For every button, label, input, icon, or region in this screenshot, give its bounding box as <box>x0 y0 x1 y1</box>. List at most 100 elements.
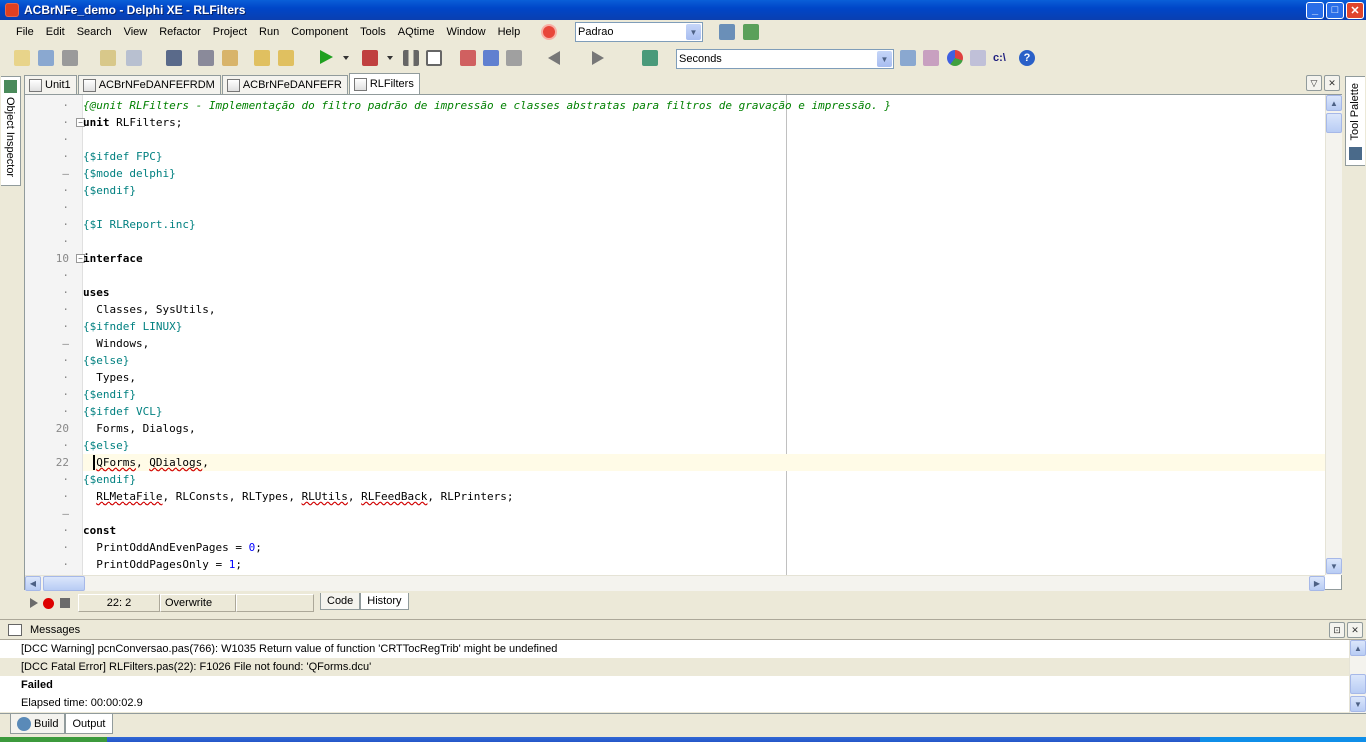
pause-icon[interactable] <box>403 50 419 66</box>
run-icon[interactable] <box>320 50 333 64</box>
stop-icon[interactable] <box>426 50 442 66</box>
message-warning[interactable]: [DCC Warning] pcnConversao.pas(766): W10… <box>21 640 1341 658</box>
tab-list-dropdown-icon[interactable]: ▽ <box>1306 75 1322 91</box>
results-icon[interactable] <box>923 50 939 66</box>
record-macro-icon[interactable] <box>43 597 54 609</box>
profiler-icon[interactable] <box>970 50 986 66</box>
add-file-icon[interactable] <box>222 50 238 66</box>
scroll-right-icon[interactable]: ▶ <box>1309 576 1325 591</box>
scroll-down-icon[interactable]: ▼ <box>1326 558 1342 574</box>
save-icon[interactable] <box>166 50 182 66</box>
tab-acbrnfedanfefr[interactable]: ACBrNFeDANFEFR <box>221 75 348 94</box>
remove-file-icon[interactable] <box>254 50 270 66</box>
menu-help[interactable]: Help <box>492 26 527 38</box>
start-button[interactable] <box>0 737 107 742</box>
play-macro-icon[interactable] <box>30 598 38 608</box>
code-line: RLMetaFile, RLConsts, RLTypes, RLUtils, … <box>96 490 514 503</box>
tool-palette-tab[interactable]: Tool Palette <box>1345 76 1365 166</box>
scroll-up-icon[interactable]: ▲ <box>1350 640 1366 656</box>
scroll-thumb[interactable] <box>1326 113 1342 133</box>
open-project-icon[interactable] <box>126 50 142 66</box>
forward-icon[interactable] <box>592 51 604 65</box>
run-dropdown-icon[interactable] <box>343 56 349 60</box>
scroll-up-icon[interactable]: ▲ <box>1326 95 1342 111</box>
save-desktop-icon[interactable] <box>719 24 735 40</box>
messages-list[interactable]: [DCC Warning] pcnConversao.pas(766): W10… <box>0 639 1366 713</box>
back-icon[interactable] <box>548 51 560 65</box>
stop-macro-icon[interactable] <box>60 598 70 608</box>
close-tab-icon[interactable]: ✕ <box>1324 75 1340 91</box>
menu-run[interactable]: Run <box>253 26 285 38</box>
message-elapsed-time[interactable]: Elapsed time: 00:00:02.9 <box>21 694 1341 712</box>
messages-title: Messages <box>30 623 81 636</box>
step-over-icon[interactable] <box>483 50 499 66</box>
editor-vertical-scrollbar[interactable]: ▲ ▼ <box>1325 95 1342 575</box>
set-debug-desktop-icon[interactable] <box>743 24 759 40</box>
close-button[interactable]: ✕ <box>1346 1 1364 19</box>
project-options-icon[interactable] <box>278 50 294 66</box>
build-icon <box>17 716 31 731</box>
help-icon[interactable]: ? <box>1019 50 1035 66</box>
menu-file[interactable]: File <box>10 26 40 38</box>
trace-into-icon[interactable] <box>460 50 476 66</box>
tool-palette-label: Tool Palette <box>1349 83 1361 141</box>
menu-refactor[interactable]: Refactor <box>153 26 207 38</box>
menu-aqtime[interactable]: AQtime <box>392 26 441 38</box>
chart-icon[interactable] <box>947 50 963 66</box>
menu-window[interactable]: Window <box>440 26 491 38</box>
scroll-thumb[interactable] <box>1350 674 1366 694</box>
code-text-area[interactable]: {@unit RLFilters - Implementação do filt… <box>83 95 1325 575</box>
code-editor[interactable]: · − · · · – · · · · 10 − · · · · – · · ·… <box>24 94 1342 591</box>
minimize-button[interactable]: _ <box>1306 1 1324 19</box>
open-icon[interactable] <box>38 50 54 66</box>
menu-search[interactable]: Search <box>71 26 118 38</box>
reopen-icon[interactable] <box>62 50 78 66</box>
tab-history[interactable]: History <box>360 592 409 610</box>
menu-component[interactable]: Component <box>285 26 354 38</box>
desktop-speedsetting-icon[interactable] <box>541 24 557 40</box>
tab-build[interactable]: Build <box>10 714 66 734</box>
maximize-button[interactable]: □ <box>1326 1 1344 19</box>
new-form-icon[interactable] <box>100 50 116 66</box>
scroll-down-icon[interactable]: ▼ <box>1350 696 1366 712</box>
message-result[interactable]: Failed <box>21 676 1341 694</box>
command-line-icon[interactable]: c:\ <box>993 50 1009 66</box>
message-fatal-error[interactable]: [DCC Fatal Error] RLFilters.pas(22): F10… <box>0 658 1349 676</box>
tab-code[interactable]: Code <box>320 592 361 610</box>
pin-icon[interactable]: ⊡ <box>1329 622 1345 638</box>
tab-rlfilters[interactable]: RLFilters <box>348 73 420 94</box>
run-wd-dropdown-icon[interactable] <box>387 56 393 60</box>
unit-file-icon <box>353 77 367 91</box>
messages-icon <box>8 623 22 636</box>
close-messages-icon[interactable]: ✕ <box>1347 622 1363 638</box>
save-all-icon[interactable] <box>198 50 214 66</box>
aqtime-icon[interactable] <box>642 50 658 66</box>
tab-label: ACBrNFeDANFEFRDM <box>98 79 215 91</box>
editor-horizontal-scrollbar[interactable]: ◀ ▶ <box>25 575 1325 591</box>
menu-project[interactable]: Project <box>207 26 253 38</box>
desktop-layout-combo[interactable]: Padrao ▼ <box>575 22 703 42</box>
tab-unit1[interactable]: Unit1 <box>24 75 77 94</box>
line-number: 20 <box>55 422 69 435</box>
new-items-icon[interactable] <box>14 50 30 66</box>
desktop-layout-value: Padrao <box>578 26 614 38</box>
run-without-debug-icon[interactable] <box>362 50 378 66</box>
tab-output[interactable]: Output <box>65 714 113 734</box>
counters-icon[interactable] <box>900 50 916 66</box>
messages-vertical-scrollbar[interactable]: ▲ ▼ <box>1349 640 1366 713</box>
timing-units-combo[interactable]: Seconds ▼ <box>676 49 894 69</box>
scroll-left-icon[interactable]: ◀ <box>25 576 41 591</box>
chevron-down-icon[interactable]: ▼ <box>877 51 892 67</box>
delphi-app-icon <box>5 3 19 17</box>
code-line: Classes, SysUtils, <box>83 303 216 316</box>
chevron-down-icon[interactable]: ▼ <box>686 24 701 40</box>
tab-acbrnfedanfefrdm[interactable]: ACBrNFeDANFEFRDM <box>77 75 221 94</box>
run-to-cursor-icon[interactable] <box>506 50 522 66</box>
cursor-position: 22: 2 <box>78 594 160 612</box>
menu-view[interactable]: View <box>118 26 154 38</box>
scroll-thumb[interactable] <box>43 576 85 591</box>
object-inspector-tab[interactable]: Object Inspector <box>1 76 21 186</box>
editor-tab-strip: Unit1 ACBrNFeDANFEFRDM ACBrNFeDANFEFR RL… <box>24 73 1342 94</box>
menu-edit[interactable]: Edit <box>40 26 71 38</box>
menu-tools[interactable]: Tools <box>354 26 392 38</box>
